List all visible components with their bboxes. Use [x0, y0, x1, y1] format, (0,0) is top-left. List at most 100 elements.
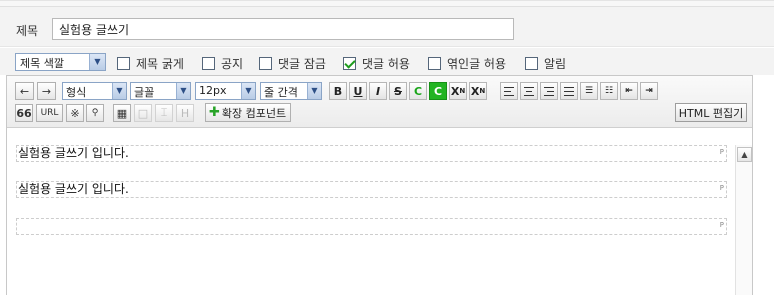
chevron-down-icon: ▼ — [89, 54, 105, 70]
extension-label: 확장 컴포넌트 — [221, 106, 287, 120]
html-editor-button[interactable]: HTML 편집기 — [675, 103, 747, 122]
italic-button[interactable]: I — [369, 82, 387, 100]
rich-text-editor: ← → 형식 ▼ 글꼴 ▼ 12px ▼ 줄 간격 ▼ B U I S C C … — [6, 75, 753, 295]
checkbox-label: 제목 굵게 — [136, 57, 184, 71]
url-button[interactable]: URL — [36, 104, 63, 122]
title-color-select[interactable]: 제목 색깔 ▼ — [15, 53, 106, 71]
row-icon: H — [180, 106, 190, 120]
checkbox-allow-trackback[interactable]: 엮인글 허용 — [428, 55, 506, 72]
editor-content[interactable]: 실험용 글쓰기 입니다. P 실험용 글쓰기 입니다. P P ▲ — [7, 129, 752, 295]
indent-icon: ⇥ — [645, 86, 653, 96]
align-justify-button[interactable] — [560, 82, 578, 100]
insert-row-button[interactable]: H — [176, 104, 194, 122]
ordered-list-icon: ☰ — [584, 86, 594, 96]
line-height-select[interactable]: 줄 간격 ▼ — [260, 82, 322, 100]
align-center-icon — [524, 86, 534, 96]
underline-button[interactable]: U — [349, 82, 367, 100]
title-input[interactable] — [52, 18, 514, 40]
align-left-button[interactable] — [500, 82, 518, 100]
title-row: 제목 — [0, 7, 774, 47]
checkbox-lock-comments[interactable]: 댓글 잠금 — [259, 55, 326, 72]
paragraph-text: 실험용 글쓰기 입니다. — [18, 182, 129, 196]
special-char-button[interactable]: ※ — [66, 104, 84, 122]
checkbox-label: 댓글 허용 — [362, 57, 410, 71]
search-icon: ⚲ — [91, 108, 99, 118]
column-icon: ⌶ — [160, 106, 168, 119]
checkbox-box[interactable] — [428, 57, 441, 70]
superscript-label: X — [450, 84, 460, 98]
plus-icon: ✚ — [209, 105, 220, 120]
chevron-down-icon: ▼ — [176, 83, 190, 99]
checkbox-label: 댓글 잠금 — [278, 57, 326, 71]
font-select-label: 글꼴 — [134, 86, 155, 99]
insert-column-button[interactable]: ⌶ — [155, 104, 173, 122]
options-row: 제목 색깔 ▼ 제목 굵게 공지 댓글 잠금 댓글 허용 엮인글 허용 알림 — [0, 48, 774, 75]
title-label: 제목 — [16, 24, 39, 38]
subscript-n-icon: N — [479, 87, 486, 95]
scroll-up-button[interactable]: ▲ — [737, 147, 752, 162]
table-button[interactable]: ▦ — [113, 104, 131, 122]
superscript-button[interactable]: XN — [449, 82, 467, 100]
bullet-list-icon: ☷ — [604, 86, 614, 96]
extension-component-button[interactable]: ✚ 확장 컴포넌트 — [205, 103, 292, 122]
vertical-scrollbar[interactable]: ▲ — [735, 145, 752, 295]
unordered-list-button[interactable]: ☷ — [600, 82, 618, 100]
font-size-label: 12px — [199, 84, 227, 97]
indent-button[interactable]: ⇥ — [640, 82, 658, 100]
undo-button[interactable]: ← — [15, 82, 34, 100]
table-icon: ▦ — [116, 106, 128, 120]
font-size-select[interactable]: 12px ▼ — [195, 82, 256, 100]
title-color-label: 제목 색깔 — [20, 57, 64, 70]
font-select[interactable]: 글꼴 ▼ — [130, 82, 191, 100]
chevron-up-icon: ▲ — [741, 150, 748, 159]
checkbox-box[interactable] — [525, 57, 538, 70]
checkbox-bold-title[interactable]: 제목 굵게 — [117, 55, 184, 72]
ordered-list-button[interactable]: ☰ — [580, 82, 598, 100]
checkbox-notice[interactable]: 공지 — [202, 55, 243, 72]
checkbox-box[interactable] — [117, 57, 130, 70]
paragraph-text: 실험용 글쓰기 입니다. — [18, 146, 129, 160]
cell-merge-button[interactable]: □ — [134, 104, 152, 122]
arrow-right-icon: → — [41, 84, 52, 98]
align-justify-icon — [564, 86, 574, 96]
checkbox-label: 알림 — [544, 57, 567, 71]
search-button[interactable]: ⚲ — [86, 104, 104, 122]
checkbox-allow-comments[interactable]: 댓글 허용 — [343, 55, 410, 72]
editor-toolbar: ← → 형식 ▼ 글꼴 ▼ 12px ▼ 줄 간격 ▼ B U I S C C … — [7, 76, 752, 128]
paragraph-tag: P — [719, 148, 724, 156]
checkbox-notify[interactable]: 알림 — [525, 55, 566, 72]
paragraph[interactable]: 실험용 글쓰기 입니다. P — [16, 181, 727, 198]
outdent-icon: ⇤ — [625, 86, 633, 96]
chevron-down-icon: ▼ — [241, 83, 255, 99]
checkbox-box[interactable] — [259, 57, 272, 70]
strikethrough-button[interactable]: S — [389, 82, 407, 100]
align-center-button[interactable] — [520, 82, 538, 100]
chevron-down-icon: ▼ — [112, 83, 126, 99]
bold-button[interactable]: B — [329, 82, 347, 100]
paragraph-tag: P — [719, 221, 724, 229]
chevron-down-icon: ▼ — [307, 83, 321, 99]
checkbox-label: 엮인글 허용 — [447, 57, 507, 71]
paragraph[interactable]: P — [16, 218, 727, 235]
arrow-left-icon: ← — [19, 84, 30, 98]
redo-button[interactable]: → — [37, 82, 56, 100]
subscript-button[interactable]: XN — [469, 82, 487, 100]
style-select-label: 형식 — [66, 86, 87, 99]
outdent-button[interactable]: ⇤ — [620, 82, 638, 100]
paragraph-tag: P — [719, 184, 724, 192]
font-color-button[interactable]: C — [409, 82, 427, 100]
align-right-button[interactable] — [540, 82, 558, 100]
line-height-label: 줄 간격 — [264, 86, 298, 99]
paragraph[interactable]: 실험용 글쓰기 입니다. P — [16, 145, 727, 162]
checkbox-box[interactable] — [202, 57, 215, 70]
checkbox-box-checked[interactable] — [343, 57, 356, 70]
superscript-n-icon: N — [459, 87, 466, 95]
subscript-label: X — [470, 84, 480, 98]
cell-icon: □ — [137, 106, 149, 120]
checkbox-label: 공지 — [221, 57, 244, 71]
style-select[interactable]: 형식 ▼ — [62, 82, 127, 100]
quote-button[interactable]: 66 — [15, 104, 33, 122]
write-form: 제목 제목 색깔 ▼ 제목 굵게 공지 댓글 잠금 댓글 허용 엮인글 허용 — [0, 0, 774, 295]
align-left-icon — [504, 86, 514, 96]
background-color-button[interactable]: C — [429, 82, 447, 100]
